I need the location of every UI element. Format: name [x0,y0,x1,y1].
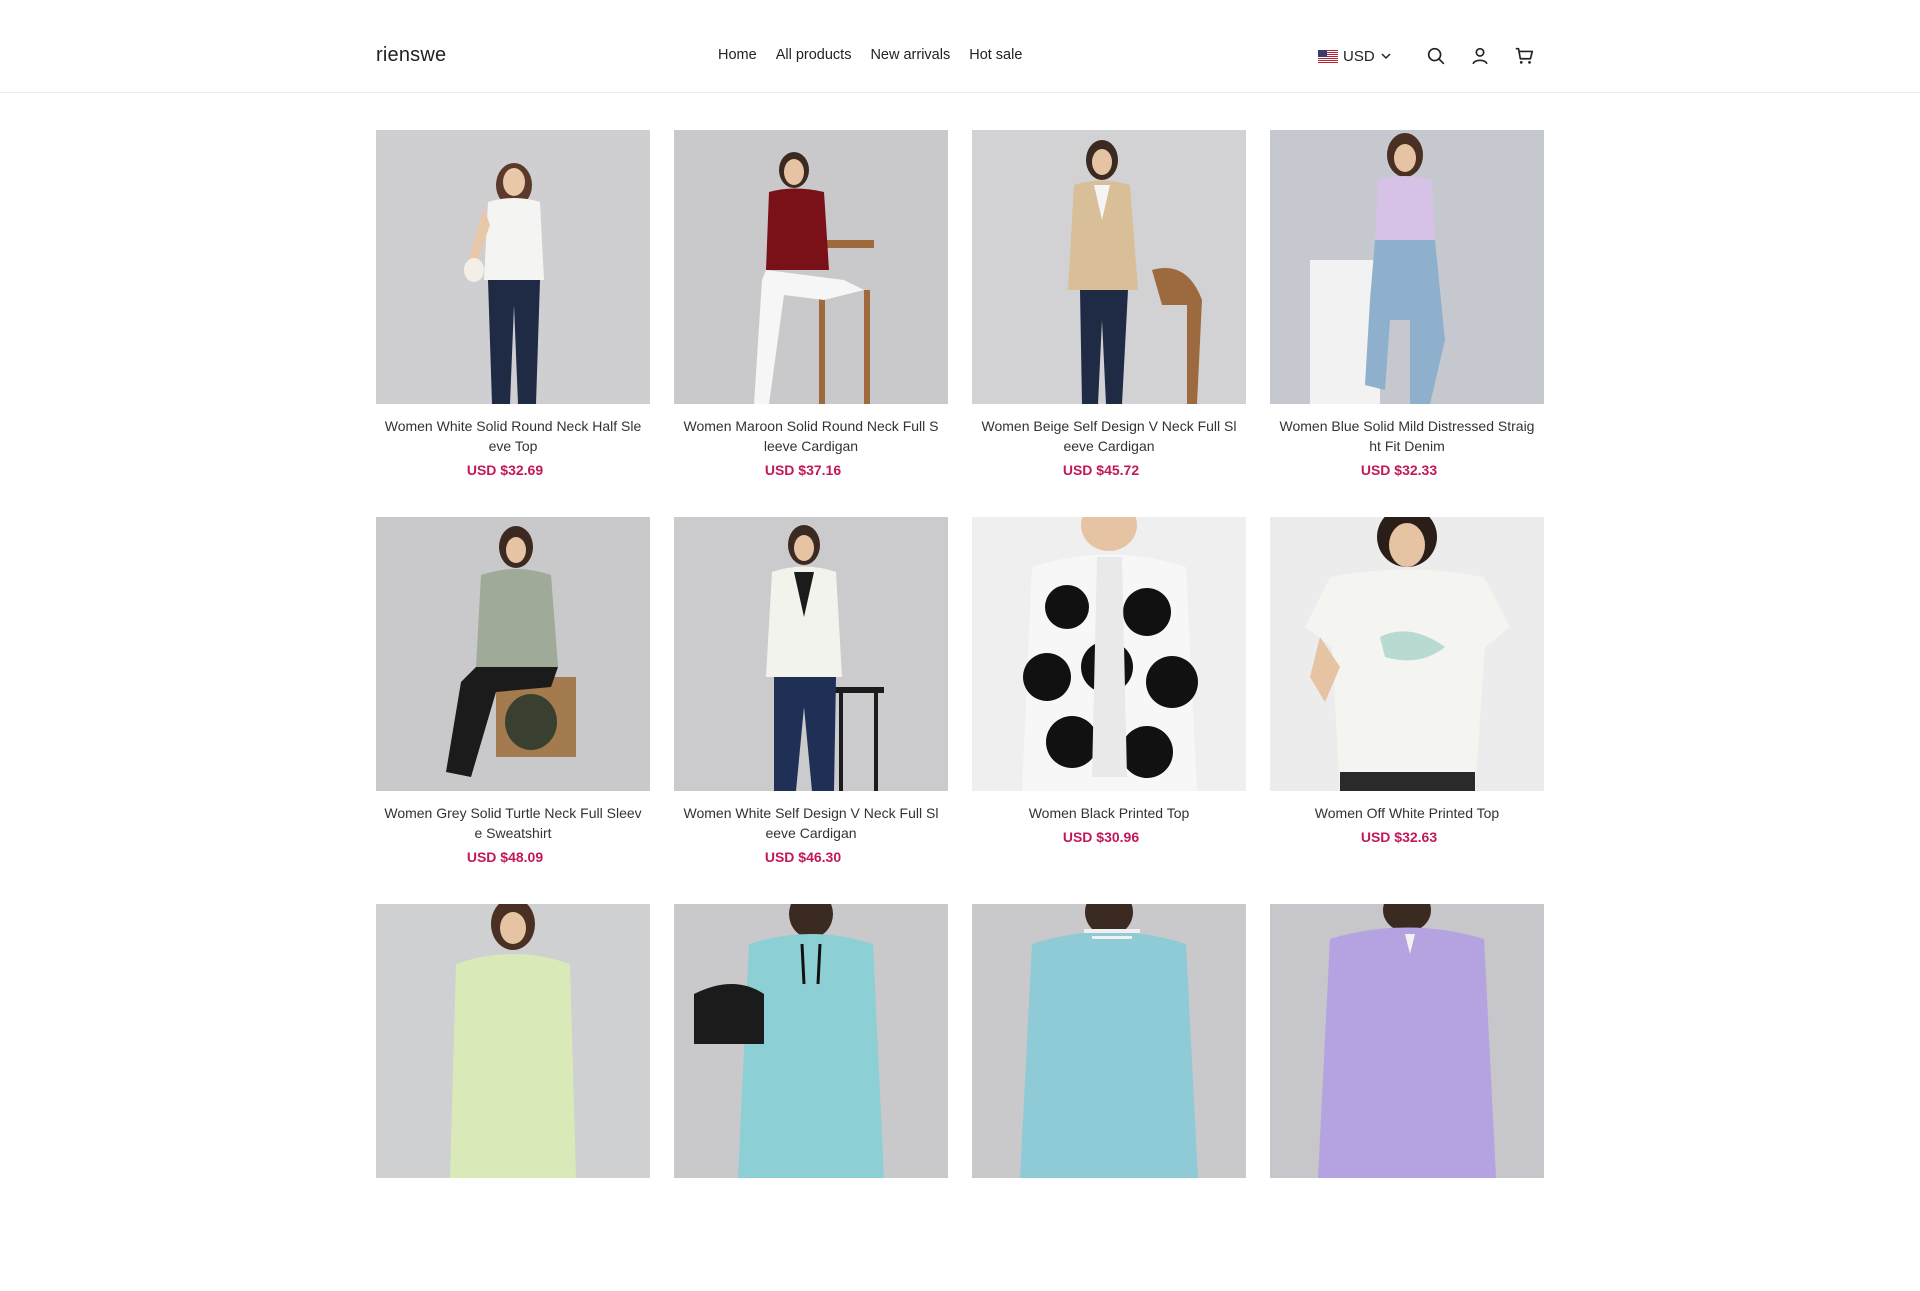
product-grid: Women White Solid Round Neck Half Sleeve… [376,130,1544,1291]
product-card[interactable]: Women Blue Solid Mild Distressed Straigh… [1270,130,1544,517]
nav-home[interactable]: Home [718,47,757,63]
product-image[interactable] [972,517,1246,791]
product-price: USD $32.69 [466,462,544,478]
product-card[interactable] [376,904,650,1291]
product-card[interactable]: Women Grey Solid Turtle Neck Full Sleeve… [376,517,650,904]
product-title[interactable]: Women Black Printed Top [972,803,1246,823]
product-price: USD $48.09 [466,849,544,865]
user-icon[interactable] [1468,44,1492,68]
product-title[interactable]: Women Grey Solid Turtle Neck Full Sleeve… [376,803,650,843]
product-image[interactable] [1270,517,1544,791]
product-image[interactable] [376,130,650,404]
product-image[interactable] [376,517,650,791]
product-title[interactable]: Women White Solid Round Neck Half Sleeve… [376,416,650,456]
product-image[interactable] [972,904,1246,1178]
brand-logo[interactable]: rienswe [376,44,446,67]
currency-label: USD [1343,47,1375,65]
product-image[interactable] [376,904,650,1178]
us-flag-icon [1318,49,1338,63]
nav-new-arrivals[interactable]: New arrivals [870,47,950,63]
search-icon[interactable] [1424,44,1448,68]
product-card[interactable]: Women White Solid Round Neck Half Sleeve… [376,130,650,517]
product-title[interactable]: Women White Self Design V Neck Full Slee… [674,803,948,843]
product-price: USD $37.16 [764,462,842,478]
product-title[interactable]: Women Blue Solid Mild Distressed Straigh… [1270,416,1544,456]
product-card[interactable] [674,904,948,1291]
product-card[interactable] [1270,904,1544,1291]
product-title[interactable]: Women Off White Printed Top [1270,803,1544,823]
cart-icon[interactable] [1512,44,1536,68]
product-title[interactable]: Women Maroon Solid Round Neck Full Sleev… [674,416,948,456]
product-image[interactable] [1270,904,1544,1178]
header-tools: USD [1318,44,1546,68]
product-card[interactable]: Women Maroon Solid Round Neck Full Sleev… [674,130,948,517]
product-price: USD $45.72 [1062,462,1140,478]
product-image[interactable] [674,130,948,404]
product-card[interactable]: Women White Self Design V Neck Full Slee… [674,517,948,904]
main-nav: Home All products New arrivals Hot sale [718,47,1022,63]
currency-selector[interactable]: USD [1318,48,1392,65]
product-card[interactable]: Women Black Printed Top USD $30.96 [972,517,1246,904]
product-card[interactable] [972,904,1246,1291]
product-price: USD $30.96 [1062,829,1140,845]
product-image[interactable] [1270,130,1544,404]
product-image[interactable] [674,904,948,1178]
chevron-down-icon [1381,53,1391,60]
product-title[interactable]: Women Beige Self Design V Neck Full Slee… [972,416,1246,456]
product-card[interactable]: Women Beige Self Design V Neck Full Slee… [972,130,1246,517]
product-image[interactable] [674,517,948,791]
product-price: USD $32.33 [1360,462,1438,478]
product-price: USD $32.63 [1360,829,1438,845]
product-image[interactable] [972,130,1246,404]
product-price: USD $46.30 [764,849,842,865]
nav-hot-sale[interactable]: Hot sale [969,47,1022,63]
product-card[interactable]: Women Off White Printed Top USD $32.63 [1270,517,1544,904]
site-header: rienswe Home All products New arrivals H… [0,0,1920,93]
nav-all-products[interactable]: All products [776,47,852,63]
